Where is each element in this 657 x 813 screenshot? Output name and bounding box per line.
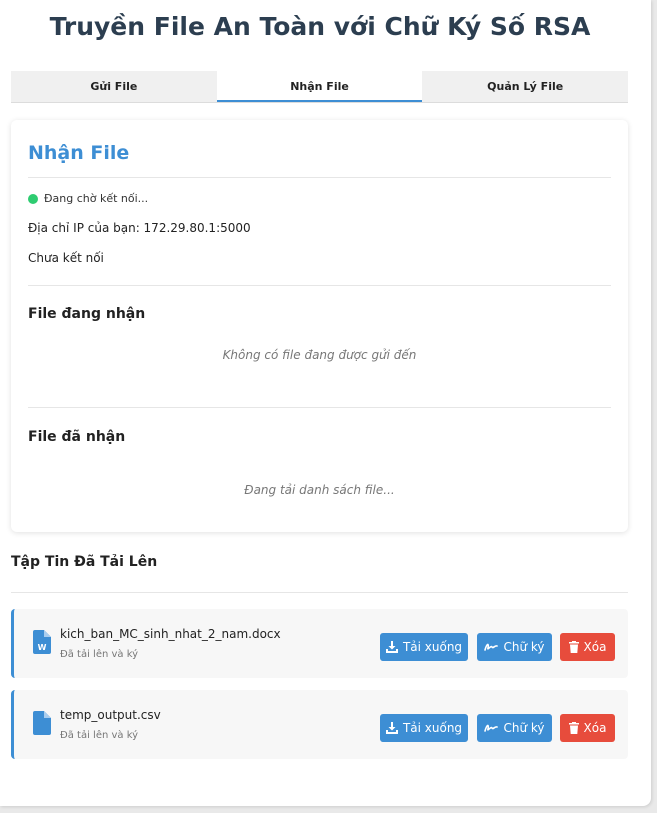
tab-manage-files[interactable]: Quản Lý File	[422, 71, 629, 102]
delete-label: Xóa	[583, 640, 607, 654]
receive-panel: Nhận File Đang chờ kết nối... Địa chỉ IP…	[11, 120, 628, 532]
app-title: Truyền File An Toàn với Chữ Ký Số RSA	[49, 12, 591, 41]
signature-button[interactable]: Chữ ký	[477, 633, 552, 661]
status-indicator	[28, 194, 38, 204]
uploaded-file-item: temp_output.csv Đã tải lên và ký Tải xuố…	[11, 690, 628, 759]
divider	[28, 407, 611, 408]
file-name: kich_ban_MC_sinh_nhat_2_nam.docx	[60, 627, 281, 641]
file-status: Đã tải lên và ký	[60, 730, 139, 741]
download-icon	[385, 722, 398, 734]
download-button[interactable]: Tải xuống	[380, 714, 468, 742]
file-name: temp_output.csv	[60, 708, 161, 722]
tab-bar: Gửi File Nhận File Quản Lý File	[11, 71, 629, 103]
file-status: Đã tải lên và ký	[60, 649, 139, 660]
incoming-files-empty: Không có file đang được gửi đến	[222, 348, 417, 362]
received-files-loading: Đang tải danh sách file...	[244, 483, 395, 497]
divider	[11, 592, 628, 593]
file-icon	[33, 711, 51, 735]
delete-button[interactable]: Xóa	[560, 633, 615, 661]
uploaded-files-title: Tập Tin Đã Tải Lên	[11, 554, 158, 570]
trash-icon	[568, 641, 579, 653]
connection-status: Chưa kết nối	[28, 251, 104, 265]
signature-label: Chữ ký	[503, 721, 545, 735]
download-label: Tải xuống	[402, 640, 463, 654]
download-icon	[385, 641, 398, 653]
signature-label: Chữ ký	[503, 640, 545, 654]
status-text: Đang chờ kết nối...	[44, 192, 149, 205]
received-files-title: File đã nhận	[28, 429, 126, 445]
divider	[28, 285, 611, 286]
receive-title: Nhận File	[28, 142, 130, 164]
trash-icon	[568, 722, 579, 734]
ip-address: Địa chỉ IP của bạn: 172.29.80.1:5000	[28, 221, 251, 235]
delete-label: Xóa	[583, 721, 607, 735]
download-button[interactable]: Tải xuống	[380, 633, 468, 661]
signature-icon	[484, 724, 499, 732]
divider	[28, 177, 611, 178]
svg-text:W: W	[38, 643, 47, 652]
download-label: Tải xuống	[402, 721, 463, 735]
uploaded-file-item: W kich_ban_MC_sinh_nhat_2_nam.docx Đã tả…	[11, 609, 628, 678]
tab-receive-file[interactable]: Nhận File	[216, 71, 423, 102]
signature-icon	[484, 643, 499, 651]
incoming-files-title: File đang nhận	[28, 306, 146, 322]
tab-send-file[interactable]: Gửi File	[11, 71, 217, 102]
word-file-icon: W	[33, 630, 51, 654]
signature-button[interactable]: Chữ ký	[477, 714, 552, 742]
app-window: Truyền File An Toàn với Chữ Ký Số RSA Gử…	[0, 0, 651, 806]
delete-button[interactable]: Xóa	[560, 714, 615, 742]
